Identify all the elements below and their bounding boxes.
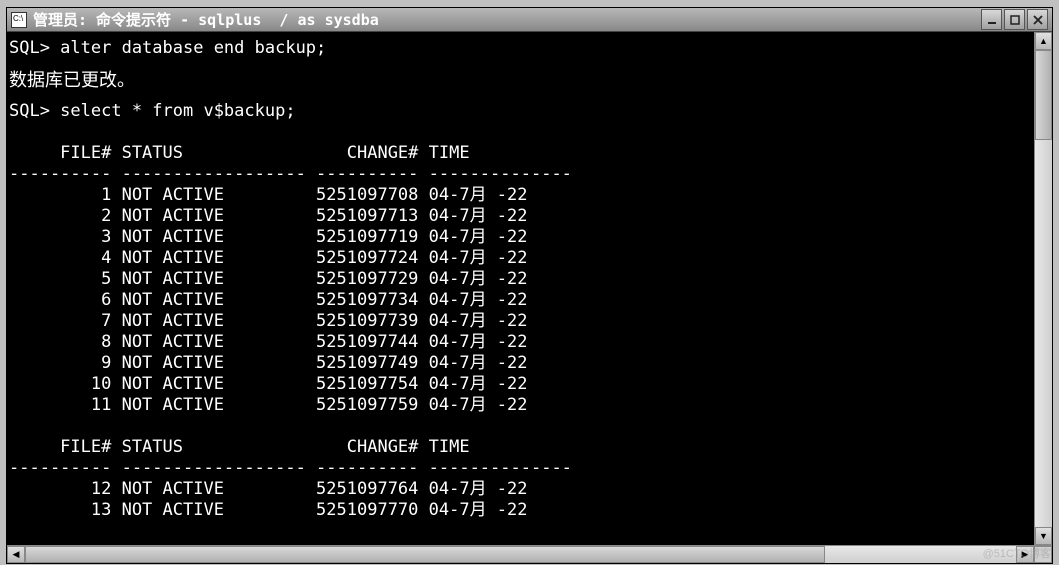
horizontal-scroll-thumb[interactable] bbox=[25, 546, 825, 563]
horizontal-scroll-track[interactable] bbox=[25, 546, 1016, 563]
command-prompt-window: 管理员: 命令提示符 - sqlplus / as sysdba SQL> al… bbox=[6, 7, 1053, 564]
minimize-icon bbox=[986, 14, 998, 26]
vertical-scroll-thumb[interactable] bbox=[1035, 50, 1052, 140]
close-button[interactable] bbox=[1027, 9, 1048, 30]
close-icon bbox=[1032, 14, 1044, 26]
maximize-icon bbox=[1009, 14, 1021, 26]
maximize-button[interactable] bbox=[1004, 9, 1025, 30]
titlebar[interactable]: 管理员: 命令提示符 - sqlplus / as sysdba bbox=[7, 8, 1052, 32]
scroll-left-button[interactable]: ◀ bbox=[7, 546, 25, 563]
scroll-down-button[interactable]: ▼ bbox=[1035, 527, 1052, 545]
terminal-output[interactable]: SQL> alter database end backup; 数据库已更改。 … bbox=[7, 32, 1034, 545]
scroll-up-button[interactable]: ▲ bbox=[1035, 32, 1052, 50]
window-controls bbox=[981, 9, 1048, 30]
vertical-scrollbar[interactable]: ▲ ▼ bbox=[1034, 32, 1052, 545]
watermark: @51CTO博客 bbox=[983, 545, 1051, 561]
window-title: 管理员: 命令提示符 - sqlplus / as sysdba bbox=[33, 9, 981, 30]
cmd-icon bbox=[11, 12, 27, 28]
content-area: SQL> alter database end backup; 数据库已更改。 … bbox=[7, 32, 1052, 545]
horizontal-scrollbar[interactable]: ◀ ▶ bbox=[7, 545, 1052, 563]
minimize-button[interactable] bbox=[981, 9, 1002, 30]
